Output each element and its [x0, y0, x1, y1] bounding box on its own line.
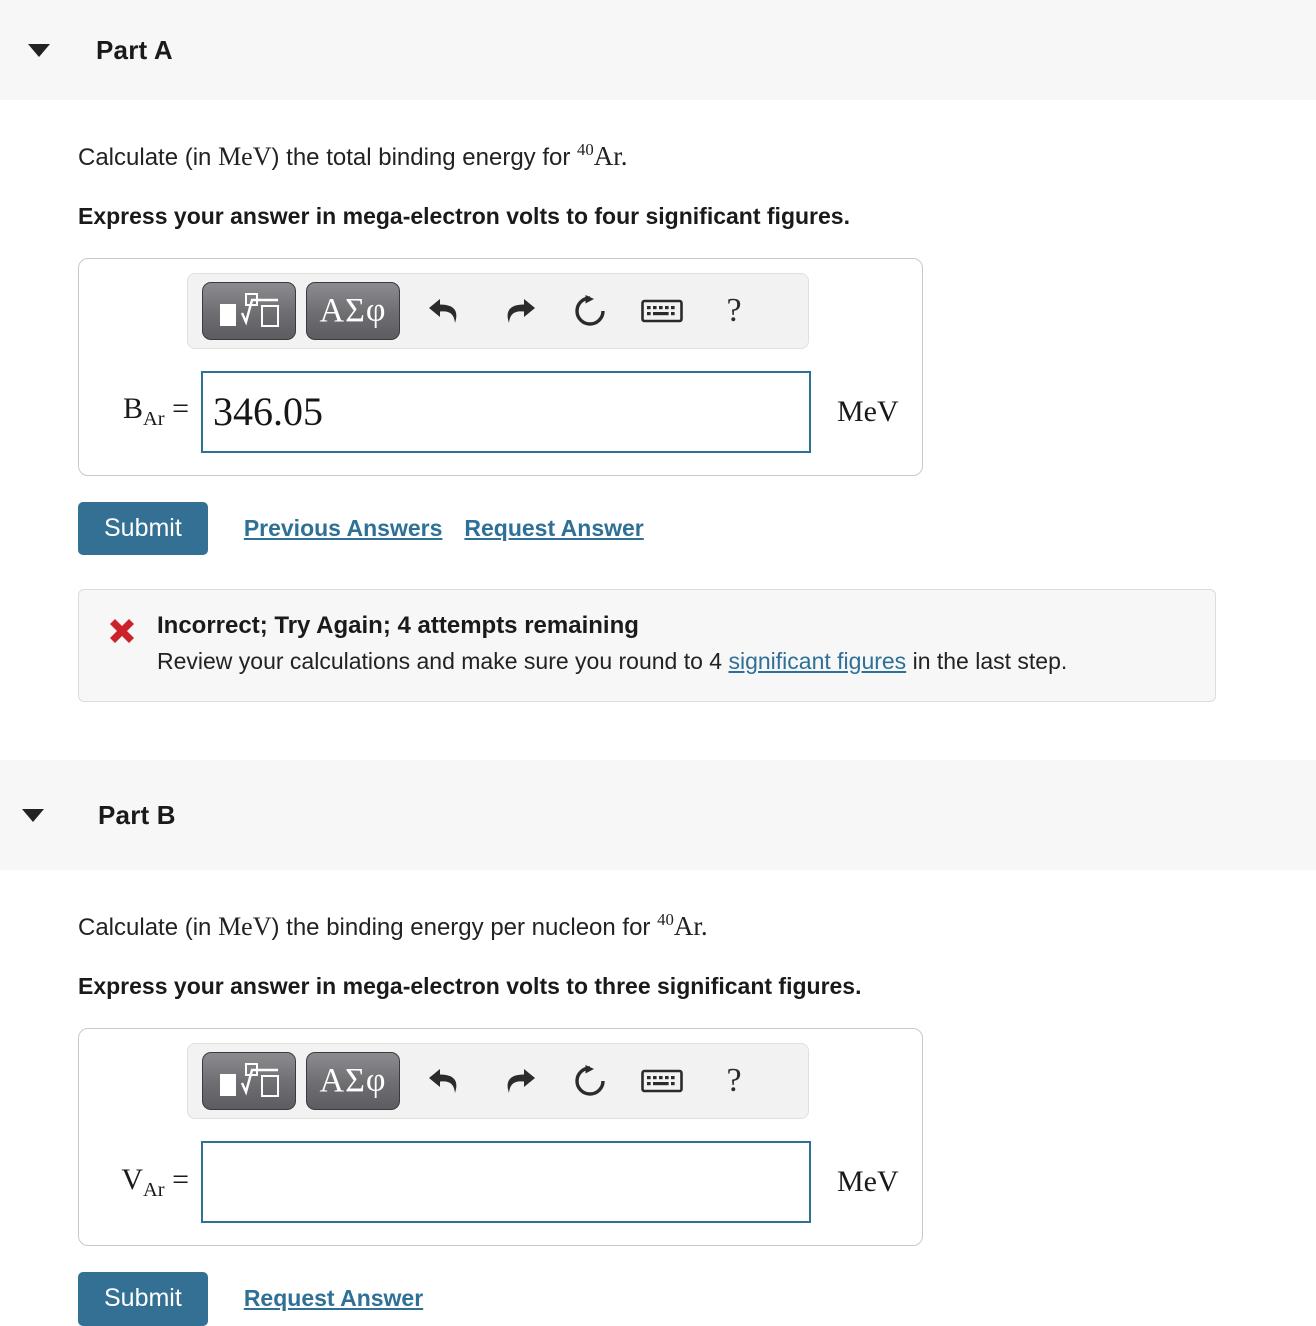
part-b-answer-input[interactable]: [201, 1141, 811, 1224]
isotope-symbol: Ar: [593, 141, 621, 171]
part-b-unit-label: MeV: [837, 1165, 899, 1199]
part-b-variable-label: VAr =: [105, 1163, 189, 1202]
question-middle: ) the total binding energy for: [271, 144, 578, 171]
question-suffix: .: [620, 141, 628, 171]
math-template-icon[interactable]: [202, 1052, 296, 1111]
part-a-feedback-text: Incorrect; Try Again; 4 attempts remaini…: [157, 612, 1067, 675]
undo-icon[interactable]: [410, 1052, 482, 1110]
part-b-answer-box: ΑΣφ ? VAr = MeV: [78, 1028, 923, 1247]
part-b-body: Calculate (in MeV) the binding energy pe…: [0, 910, 1316, 1326]
part-a-request-answer-link[interactable]: Request Answer: [464, 515, 643, 542]
reset-icon[interactable]: [554, 282, 626, 340]
chevron-down-icon[interactable]: [22, 808, 44, 822]
part-a-answer-box: ΑΣφ ? BAr = 346.05 MeV: [78, 257, 923, 476]
greek-symbols-button[interactable]: ΑΣφ: [306, 1052, 400, 1111]
part-a-instruction: Express your answer in mega-electron vol…: [78, 202, 850, 229]
isotope-label: 40Ar.: [657, 910, 708, 942]
variable-subscript: Ar: [143, 1178, 165, 1201]
isotope-mass-number: 40: [657, 910, 674, 930]
part-a-feedback: Incorrect; Try Again; 4 attempts remaini…: [78, 589, 1216, 703]
part-b-header[interactable]: Part B: [0, 760, 1316, 871]
math-template-icon[interactable]: [202, 281, 296, 340]
help-icon[interactable]: ?: [698, 1052, 770, 1110]
equals-sign: =: [172, 392, 189, 426]
variable-subscript: Ar: [143, 408, 165, 431]
part-a-question: Calculate (in MeV) the total binding ene…: [78, 140, 1276, 173]
part-b-input-row: VAr = MeV: [79, 1141, 922, 1224]
part-a-math-toolbar: ΑΣφ ?: [187, 272, 809, 349]
question-suffix: .: [700, 911, 708, 942]
variable-symbol: V: [121, 1162, 144, 1196]
feedback-body-after: in the last step.: [906, 648, 1068, 675]
feedback-headline: Incorrect; Try Again; 4 attempts remaini…: [157, 612, 639, 640]
reset-icon[interactable]: [554, 1052, 626, 1110]
redo-icon[interactable]: [482, 282, 554, 340]
isotope-label: 40Ar.: [577, 140, 628, 171]
feedback-body: Review your calculations and make sure y…: [157, 648, 1067, 675]
greek-symbols-button[interactable]: ΑΣφ: [306, 281, 400, 340]
question-prefix: Calculate (in: [78, 144, 219, 171]
feedback-body-before: Review your calculations and make sure y…: [157, 648, 729, 675]
part-a-header[interactable]: Part A: [0, 0, 1316, 100]
part-b-title: Part B: [98, 799, 176, 830]
chevron-down-icon[interactable]: [28, 43, 50, 57]
redo-icon[interactable]: [482, 1052, 554, 1110]
part-b-button-row: Submit Request Answer: [78, 1272, 1276, 1326]
question-prefix: Calculate (in: [78, 914, 219, 942]
part-a-input-row: BAr = MeV: [79, 370, 922, 453]
question-unit: MeV: [218, 142, 272, 171]
undo-icon[interactable]: [410, 282, 482, 340]
question-unit: MeV: [218, 912, 272, 942]
part-a-answer-input[interactable]: [201, 370, 811, 453]
significant-figures-link[interactable]: significant figures: [728, 648, 906, 674]
x-mark-icon: [110, 619, 134, 644]
part-a-unit-label: MeV: [837, 394, 899, 428]
variable-symbol: B: [123, 392, 144, 426]
part-b-request-answer-link[interactable]: Request Answer: [244, 1285, 423, 1312]
help-icon[interactable]: ?: [698, 282, 770, 340]
keyboard-icon[interactable]: [626, 282, 698, 340]
part-a-submit-button[interactable]: Submit: [78, 501, 208, 556]
part-a-button-row: Submit Previous Answers Request Answer: [78, 501, 1276, 556]
question-middle: ) the binding energy per nucleon for: [271, 914, 658, 942]
part-a-previous-answers-link[interactable]: Previous Answers: [244, 515, 443, 542]
part-a-title: Part A: [96, 34, 173, 65]
part-b-math-toolbar: ΑΣφ ?: [187, 1043, 809, 1120]
part-a-variable-label: BAr =: [105, 392, 189, 431]
keyboard-icon[interactable]: [626, 1052, 698, 1110]
equals-sign: =: [172, 1162, 189, 1196]
part-b-question: Calculate (in MeV) the binding energy pe…: [78, 910, 1276, 943]
part-b-submit-button[interactable]: Submit: [78, 1272, 208, 1326]
part-a-body: Calculate (in MeV) the total binding ene…: [0, 140, 1316, 760]
isotope-symbol: Ar: [673, 911, 701, 942]
part-b-instruction: Express your answer in mega-electron vol…: [78, 973, 862, 1000]
isotope-mass-number: 40: [577, 140, 594, 159]
